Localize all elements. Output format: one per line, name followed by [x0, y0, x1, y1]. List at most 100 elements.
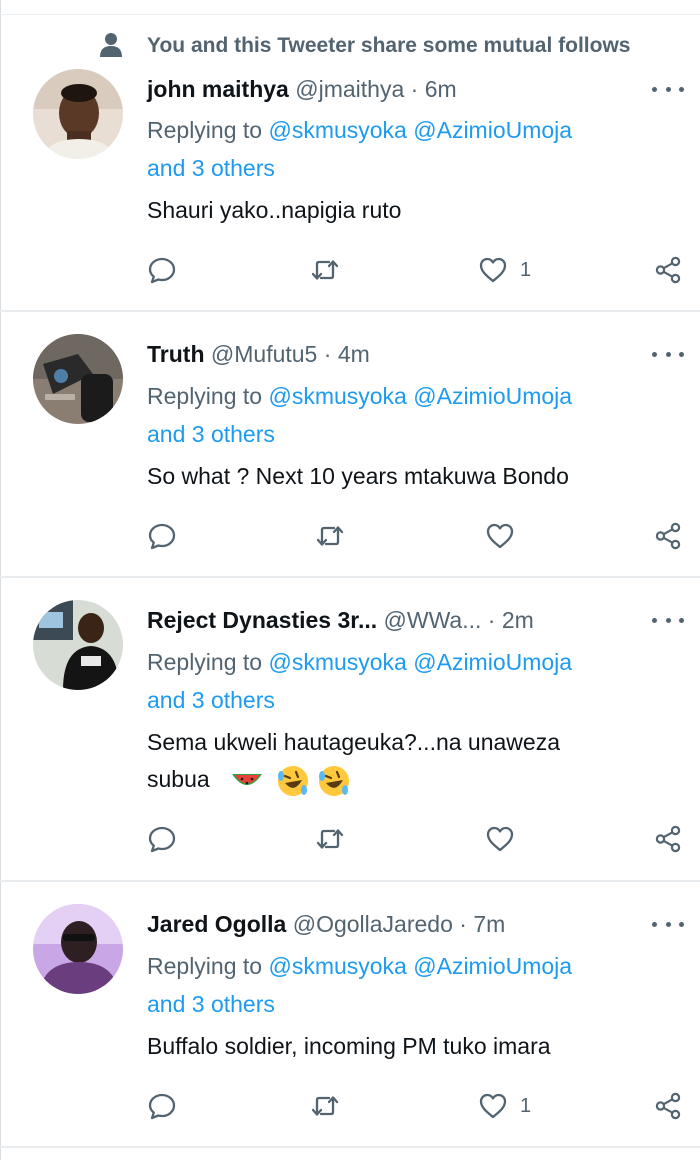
- separator-dot: ·: [323, 341, 332, 367]
- mention-link[interactable]: @skmusyoka: [268, 383, 406, 409]
- retweet-icon: [316, 829, 344, 849]
- more-options-icon[interactable]: [650, 77, 686, 101]
- replying-to: Replying to @skmusyoka @AzimioUmoja and …: [147, 377, 667, 453]
- like-button[interactable]: 1: [478, 1090, 531, 1122]
- reply-icon: [148, 523, 176, 550]
- tweet-text-line: subua: [147, 766, 210, 792]
- share-icon: [655, 256, 681, 284]
- reply-icon: [148, 826, 176, 853]
- more-options-icon[interactable]: [650, 342, 686, 366]
- display-name[interactable]: Truth: [147, 341, 205, 367]
- heart-icon: [486, 826, 514, 852]
- more-options-icon[interactable]: [650, 608, 686, 632]
- more-options-icon[interactable]: [650, 912, 686, 936]
- reply-icon: [148, 257, 176, 284]
- like-count: 1: [520, 1094, 532, 1117]
- user-handle[interactable]: @Mufutu5: [211, 341, 317, 367]
- tweet-time[interactable]: 7m: [473, 911, 505, 937]
- retweet-icon: [311, 260, 339, 280]
- replying-prefix: Replying to: [147, 649, 263, 675]
- share-icon: [655, 522, 681, 550]
- heart-icon: [479, 1093, 507, 1119]
- reply-button[interactable]: [147, 1090, 177, 1122]
- replying-prefix: Replying to: [147, 117, 263, 143]
- display-name[interactable]: Reject Dynasties 3r...: [147, 607, 377, 633]
- replying-prefix: Replying to: [147, 383, 263, 409]
- tweet-text: Shauri yako..napigia ruto: [147, 197, 402, 223]
- avatar[interactable]: [33, 69, 123, 159]
- tweet[interactable]: Reject Dynasties 3r... @WWa... · 2m Repl…: [0, 578, 700, 880]
- tweet-time[interactable]: 6m: [425, 76, 457, 102]
- user-handle[interactable]: @OgollaJaredo: [293, 911, 453, 937]
- avatar[interactable]: [33, 334, 123, 424]
- others-link[interactable]: and 3 others: [147, 687, 275, 713]
- separator-dot: ·: [487, 607, 496, 633]
- user-handle[interactable]: @jmaithya: [295, 76, 404, 102]
- mention-link[interactable]: @AzimioUmoja: [413, 649, 572, 675]
- like-button[interactable]: [485, 520, 527, 552]
- user-handle[interactable]: @WWa...: [384, 607, 482, 633]
- mention-link[interactable]: @AzimioUmoja: [413, 953, 572, 979]
- avatar[interactable]: [33, 904, 123, 994]
- action-bar: [147, 823, 692, 855]
- avatar[interactable]: [33, 600, 123, 690]
- others-link[interactable]: and 3 others: [147, 155, 275, 181]
- mention-link[interactable]: @skmusyoka: [268, 953, 406, 979]
- like-button[interactable]: [485, 823, 527, 855]
- replying-to: Replying to @skmusyoka @AzimioUmoja and …: [147, 111, 667, 187]
- display-name[interactable]: john maithya: [147, 76, 289, 102]
- mention-link[interactable]: @AzimioUmoja: [413, 117, 572, 143]
- share-button[interactable]: [653, 1090, 683, 1122]
- mention-link[interactable]: @AzimioUmoja: [413, 383, 572, 409]
- share-button[interactable]: [653, 823, 683, 855]
- tweet-text: So what ? Next 10 years mtakuwa Bondo: [147, 463, 569, 489]
- action-bar: 1: [147, 1090, 692, 1122]
- separator-dot: ·: [410, 76, 419, 102]
- retweet-button[interactable]: [315, 520, 345, 552]
- tweet-text: Sema ukweli hautageuka?...na unaweza sub…: [147, 724, 667, 798]
- tweet[interactable]: john maithya @jmaithya · 6m Replying to …: [0, 0, 700, 310]
- tweet-time[interactable]: 2m: [502, 607, 534, 633]
- heart-icon: [479, 257, 507, 283]
- action-bar: 1: [147, 254, 692, 286]
- tweet[interactable]: Jared Ogolla @OgollaJaredo · 7m Replying…: [0, 882, 700, 1146]
- replying-prefix: Replying to: [147, 953, 263, 979]
- tweet-header: john maithya @jmaithya · 6m: [147, 72, 457, 106]
- share-icon: [655, 1092, 681, 1120]
- tweet-divider: [0, 1146, 700, 1148]
- action-bar: [147, 520, 692, 552]
- separator-dot: ·: [459, 911, 467, 937]
- mention-link[interactable]: @skmusyoka: [268, 117, 406, 143]
- reply-icon: [148, 1093, 176, 1120]
- others-link[interactable]: and 3 others: [147, 421, 275, 447]
- tweet[interactable]: Truth @Mufutu5 · 4m Replying to @skmusyo…: [0, 312, 700, 576]
- reply-button[interactable]: [147, 254, 177, 286]
- tweet-header: Reject Dynasties 3r... @WWa... · 2m: [147, 603, 534, 637]
- heart-icon: [486, 523, 514, 549]
- watermelon-emoji-icon: [232, 773, 263, 785]
- tweet-text-line: Sema ukweli hautageuka?...na unaweza: [147, 729, 561, 755]
- rolling-laughing-emoji-icon: [278, 765, 309, 796]
- display-name[interactable]: Jared Ogolla: [147, 911, 286, 937]
- share-icon: [655, 825, 681, 853]
- reply-button[interactable]: [147, 520, 177, 552]
- tweet-header: Jared Ogolla @OgollaJaredo · 7m: [147, 907, 505, 941]
- tweet-header: Truth @Mufutu5 · 4m: [147, 337, 370, 371]
- tweet-time[interactable]: 4m: [338, 341, 370, 367]
- mention-link[interactable]: @skmusyoka: [268, 649, 406, 675]
- like-count: 1: [520, 258, 532, 281]
- replying-to: Replying to @skmusyoka @AzimioUmoja and …: [147, 947, 667, 1023]
- retweet-icon: [311, 1096, 339, 1116]
- share-button[interactable]: [653, 254, 683, 286]
- others-link[interactable]: and 3 others: [147, 991, 275, 1017]
- tweet-text: Buffalo soldier, incoming PM tuko imara: [147, 1033, 551, 1059]
- replying-to: Replying to @skmusyoka @AzimioUmoja and …: [147, 643, 667, 719]
- retweet-button[interactable]: [315, 823, 345, 855]
- retweet-button[interactable]: [310, 254, 340, 286]
- rolling-laughing-emoji-icon: [318, 765, 349, 796]
- like-button[interactable]: 1: [478, 254, 531, 286]
- retweet-button[interactable]: [310, 1090, 340, 1122]
- share-button[interactable]: [653, 520, 683, 552]
- reply-button[interactable]: [147, 823, 177, 855]
- retweet-icon: [316, 526, 344, 546]
